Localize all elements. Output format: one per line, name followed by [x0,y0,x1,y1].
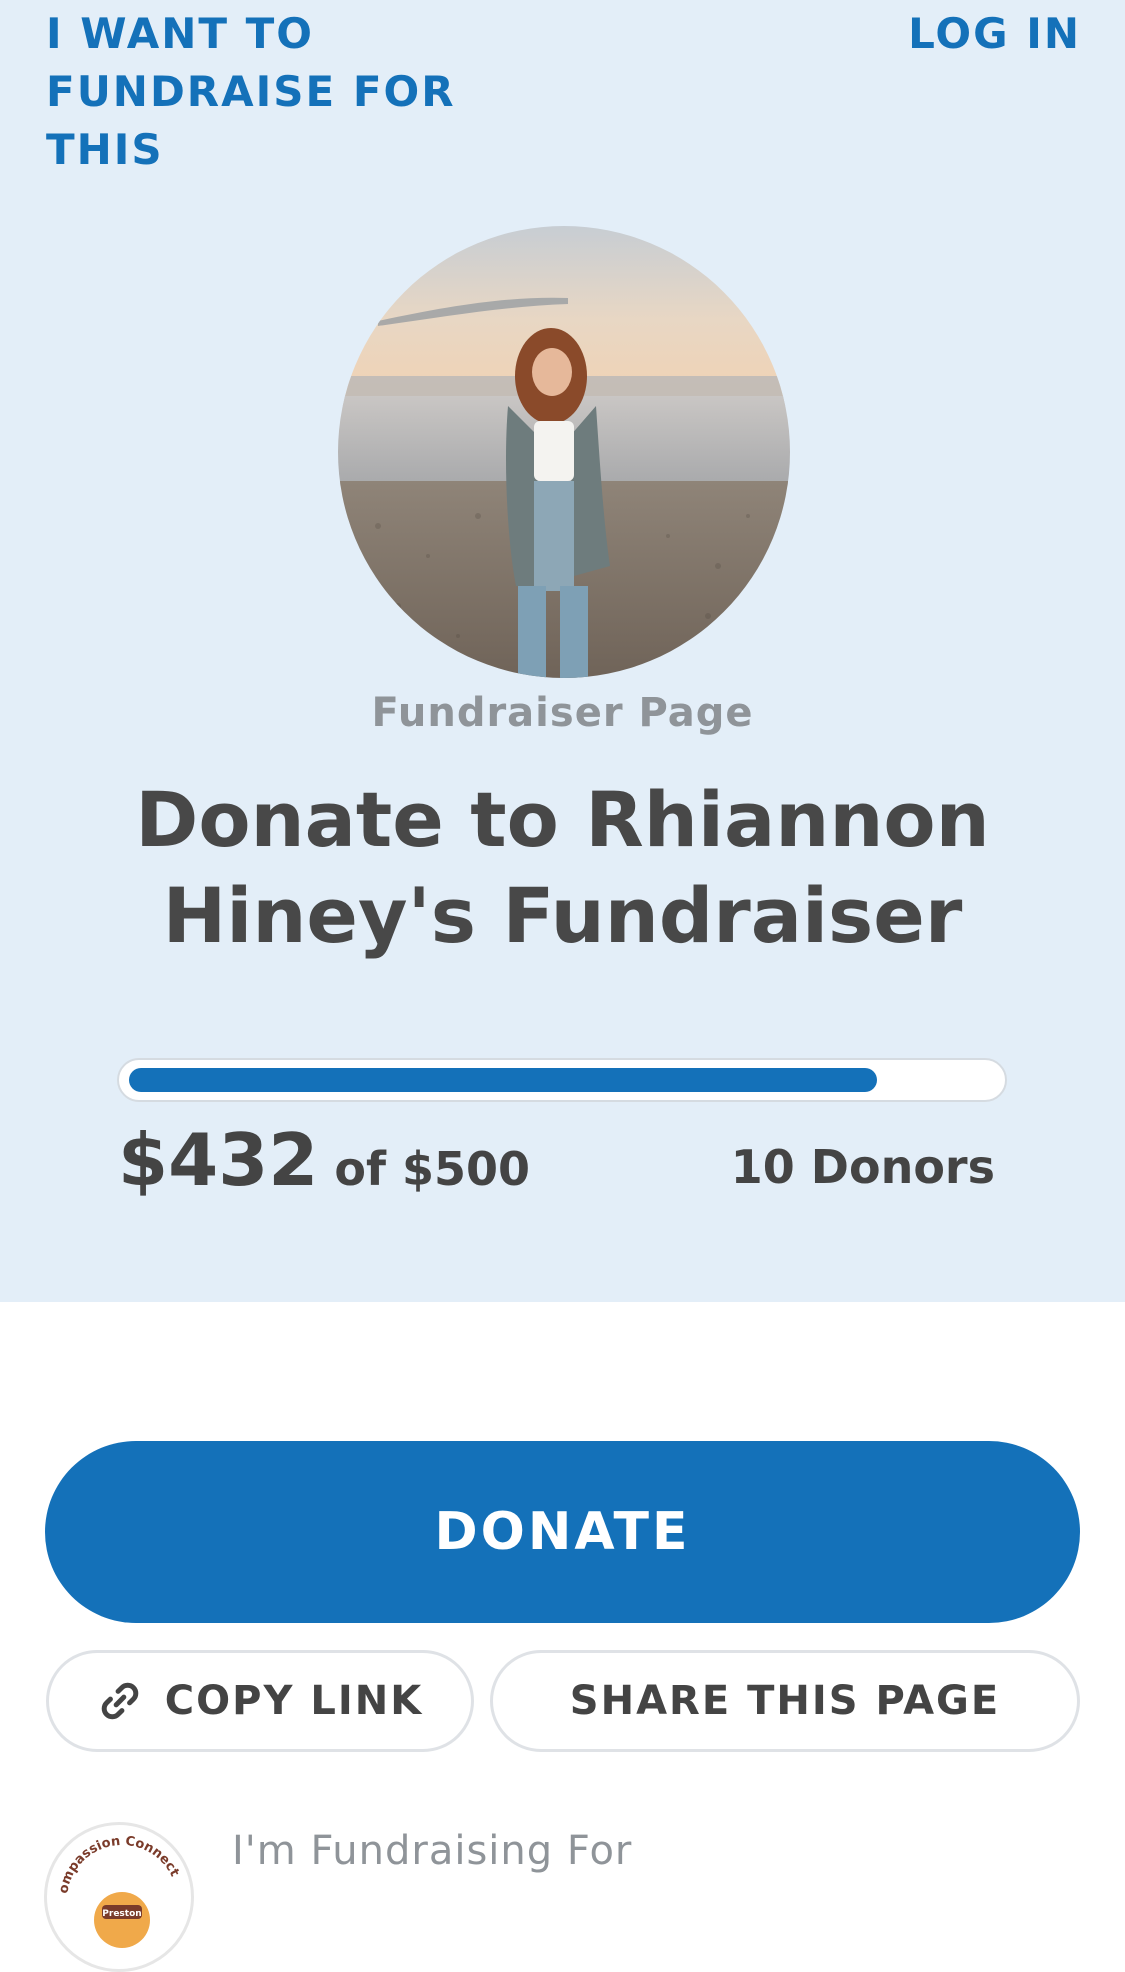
donor-count: 10 Donors [730,1140,995,1194]
copy-link-button[interactable]: COPY LINK [46,1650,474,1752]
raised-summary: $432 of $500 [118,1118,530,1202]
organization-logo-icon: ompassion Connect Preston [56,1834,182,1948]
login-link[interactable]: LOG IN [908,5,1081,63]
share-page-label: SHARE THIS PAGE [569,1678,1001,1724]
fundraise-for-this-link[interactable]: I WANT TO FUNDRAISE FOR THIS [46,5,466,179]
organization-logo-subtext: Preston [102,1909,141,1919]
link-icon [101,1682,139,1720]
hero-section: I WANT TO FUNDRAISE FOR THIS LOG IN Fund… [0,0,1125,1302]
organization-logo[interactable]: ompassion Connect Preston [44,1822,194,1972]
fundraiser-avatar [338,226,790,678]
share-page-button[interactable]: SHARE THIS PAGE [490,1650,1080,1752]
progress-bar [117,1058,1007,1102]
fundraising-for-label: I'm Fundraising For [232,1828,633,1874]
progress-fill [129,1068,877,1092]
donate-button[interactable]: DONATE [45,1441,1080,1623]
goal-amount: of $500 [334,1142,531,1196]
organization-logo-text: ompassion Connect [56,1834,182,1895]
raised-amount: $432 [118,1118,319,1202]
profile-photo-icon [338,226,790,678]
copy-link-label: COPY LINK [164,1678,424,1724]
svg-text:ompassion Connect: ompassion Connect [56,1834,182,1895]
page-kind-label: Fundraiser Page [371,690,754,736]
page-title: Donate to Rhiannon Hiney's Fundraiser [135,775,990,960]
